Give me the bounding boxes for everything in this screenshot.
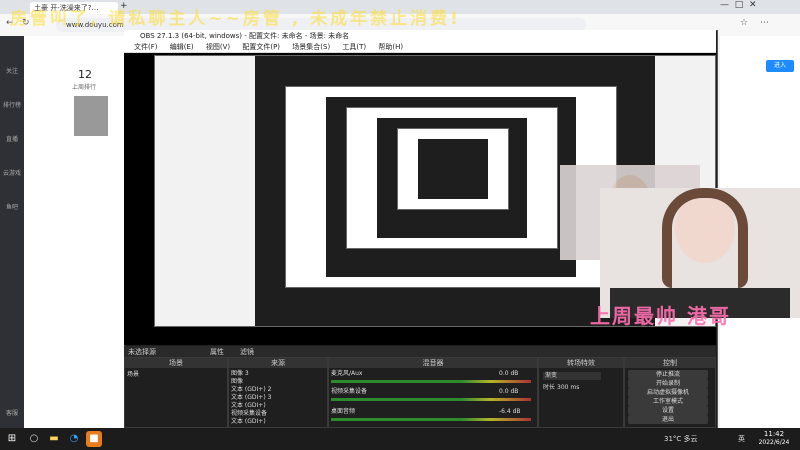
- sources-title: 来源: [229, 358, 327, 368]
- site-nav-service[interactable]: 客服: [3, 408, 21, 417]
- site-nav-fishbar[interactable]: 鱼吧: [3, 202, 21, 211]
- source-item[interactable]: 文本 (GDI+): [231, 402, 266, 410]
- sources-dock: 来源 图像 3 图像 文本 (GDI+) 2 文本 (GDI+) 3 文本 (G…: [228, 357, 328, 428]
- mixer-title: 混音器: [329, 358, 537, 368]
- preview-nested-4: [397, 128, 509, 210]
- settings-button[interactable]: 设置: [628, 406, 708, 415]
- source-item[interactable]: 文本 (GDI+) 2: [231, 386, 271, 394]
- site-profile-panel: 12 上周排行: [24, 36, 134, 428]
- source-item[interactable]: 图像 3: [231, 370, 249, 378]
- site-badge[interactable]: 木上榜: [730, 336, 790, 376]
- mixer-channel-db: 0.0 dB: [499, 370, 519, 377]
- window-controls[interactable]: — □ ✕: [720, 0, 757, 10]
- stop-stream-button[interactable]: 停止推流: [628, 370, 708, 379]
- webcam-overlay: [600, 188, 800, 318]
- filters-button[interactable]: 滤镜: [240, 347, 254, 357]
- preview-nested-3: [346, 107, 558, 249]
- overlay-scroll-text: 房管叫了, 请私聊主人~~房管 , 未成年禁止消费!: [10, 9, 461, 29]
- duration-input[interactable]: 300 ms: [557, 384, 579, 392]
- site-enter-button[interactable]: 进入: [766, 60, 794, 72]
- mixer-meter: [331, 398, 531, 401]
- mixer-channel-db: -6.4 dB: [499, 408, 521, 415]
- source-item[interactable]: 视频采集设备: [231, 410, 267, 418]
- obs-titlebar: OBS 27.1.3 (64-bit, windows) - 配置文件: 未命名…: [124, 30, 716, 42]
- virtual-camera-button[interactable]: 启动虚拟摄像机: [628, 388, 708, 397]
- clock-time[interactable]: 11:42: [756, 430, 792, 438]
- app-icon[interactable]: ■: [86, 431, 102, 447]
- start-icon[interactable]: ⊞: [4, 431, 20, 447]
- scenes-dock: 场景 场景: [124, 357, 228, 428]
- follow-count: 12: [78, 68, 92, 81]
- follow-label: 上周排行: [72, 84, 97, 91]
- site-nav-live[interactable]: 直播: [3, 134, 21, 143]
- clock-date[interactable]: 2022/6/24: [752, 439, 796, 446]
- menu-help[interactable]: 帮助(H): [378, 43, 403, 51]
- overlay-ranking-text: 上周最帅 港哥: [590, 304, 731, 328]
- search-icon[interactable]: ○: [26, 431, 42, 447]
- transitions-title: 转场特效: [539, 358, 623, 368]
- mixer-channel-name: 视频采集设备: [331, 388, 368, 395]
- obs-title: OBS 27.1.3 (64-bit, windows) - 配置文件: 未命名…: [140, 32, 350, 40]
- selected-source-label: 未选择源: [128, 348, 156, 356]
- menu-scene-collection[interactable]: 场景集合(S): [292, 43, 330, 51]
- exit-button[interactable]: 退出: [628, 415, 708, 424]
- menu-view[interactable]: 视图(V): [206, 43, 230, 51]
- menu-file[interactable]: 文件(F): [134, 43, 158, 51]
- obs-menubar: 文件(F) 编辑(E) 视图(V) 配置文件(P) 场景集合(S) 工具(T) …: [124, 42, 716, 53]
- preview-nested-obs-4: [418, 139, 488, 199]
- person-hair: [662, 188, 748, 288]
- favorites-icon[interactable]: ☆: [740, 18, 748, 28]
- mixer-channel-name: 桌面音频: [331, 408, 356, 415]
- weather[interactable]: 31°C 多云: [664, 434, 698, 444]
- source-item[interactable]: 文本 (GDI+): [231, 418, 266, 426]
- menu-tools[interactable]: 工具(T): [342, 43, 366, 51]
- transitions-dock: 转场特效 渐变 时长 300 ms: [538, 357, 624, 428]
- start-recording-button[interactable]: 开始录制: [628, 379, 708, 388]
- more-icon[interactable]: ⋯: [760, 18, 769, 28]
- avatar[interactable]: [74, 96, 108, 136]
- site-nav-follow[interactable]: 关注: [3, 66, 21, 75]
- mixer-meter: [331, 418, 531, 421]
- badge-title: 木上榜: [749, 337, 771, 345]
- site-nav-rank[interactable]: 排行榜: [3, 100, 21, 109]
- controls-dock: 控制 停止推流 开始录制 启动虚拟摄像机 工作室模式 设置 退出: [624, 357, 716, 428]
- file-explorer-icon[interactable]: ▬: [46, 431, 62, 447]
- taskbar: ⊞ ○ ▬ ◔ ■ 31°C 多云 英 11:42 2022/6/24: [0, 428, 800, 450]
- site-nav-cloudgame[interactable]: 云游戏: [3, 168, 21, 177]
- obs-docks: 未选择源 属性 滤镜 场景 场景 来源 图像 3 图像 文本 (GDI+) 2 …: [124, 346, 716, 428]
- menu-edit[interactable]: 编辑(E): [170, 43, 194, 51]
- duration-label: 时长: [543, 384, 556, 391]
- controls-title: 控制: [625, 358, 715, 368]
- mixer-meter: [331, 380, 531, 383]
- site-sidebar: 关注 排行榜 直播 云游戏 鱼吧 客服: [0, 36, 24, 428]
- transition-select[interactable]: 渐变: [543, 372, 601, 380]
- studio-mode-button[interactable]: 工作室模式: [628, 397, 708, 406]
- scenes-title: 场景: [125, 358, 227, 368]
- mixer-channel-name: 麦克风/Aux: [331, 370, 363, 377]
- source-item[interactable]: 图像: [231, 378, 243, 386]
- properties-button[interactable]: 属性: [210, 347, 224, 357]
- menu-profile[interactable]: 配置文件(P): [242, 43, 280, 51]
- input-lang[interactable]: 英: [738, 434, 745, 444]
- mixer-channel-db: 0.0 dB: [499, 388, 519, 395]
- edge-icon[interactable]: ◔: [66, 431, 82, 447]
- source-item[interactable]: 文本 (GDI+) 3: [231, 394, 271, 402]
- mixer-dock: 混音器 麦克风/Aux 0.0 dB 视频采集设备 0.0 dB 桌面音频 -6…: [328, 357, 538, 428]
- scene-item[interactable]: 场景: [127, 371, 139, 379]
